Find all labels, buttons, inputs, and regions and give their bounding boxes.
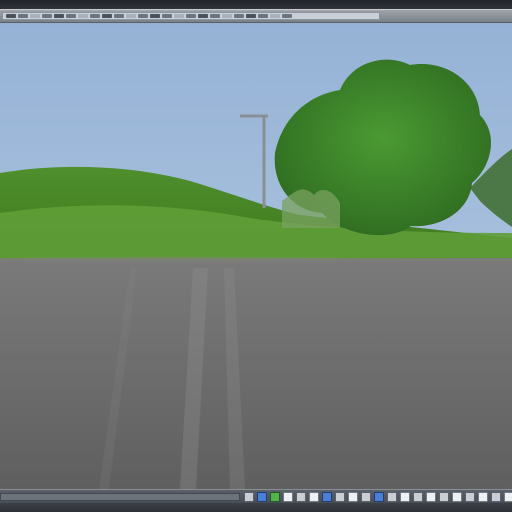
layer-icon[interactable] [309, 492, 319, 502]
timeline-icon[interactable] [465, 492, 475, 502]
toolbar-segment-14-icon[interactable] [162, 14, 172, 18]
toolbar-segment-10-icon[interactable] [114, 14, 124, 18]
snap-icon[interactable] [439, 492, 449, 502]
measure-icon[interactable] [452, 492, 462, 502]
top-toolbar [0, 9, 512, 23]
zoom-out-icon[interactable] [374, 492, 384, 502]
timeline-track[interactable] [0, 493, 240, 501]
render-icon[interactable] [322, 492, 332, 502]
toolbar-segment-15-icon[interactable] [174, 14, 184, 18]
toolbar-strip [2, 12, 380, 20]
toolbar-segment-7-icon[interactable] [78, 14, 88, 18]
toolbar-segment-12-icon[interactable] [138, 14, 148, 18]
scene-render [0, 23, 512, 489]
object-icon[interactable] [296, 492, 306, 502]
orbit-icon[interactable] [400, 492, 410, 502]
toolbar-segment-23-icon[interactable] [270, 14, 280, 18]
toolbar-segment-11-icon[interactable] [126, 14, 136, 18]
settings-icon[interactable] [504, 492, 512, 502]
play-icon[interactable] [478, 492, 488, 502]
toolbar-segment-1-icon[interactable] [6, 14, 16, 18]
app-window [0, 0, 512, 512]
status-bar [0, 503, 512, 512]
toolbar-segment-3-icon[interactable] [30, 14, 40, 18]
toolbar-segment-19-icon[interactable] [222, 14, 232, 18]
zoom-in-icon[interactable] [361, 492, 371, 502]
toolbar-segment-16-icon[interactable] [186, 14, 196, 18]
road-surface [0, 258, 512, 489]
toolbar-segment-18-icon[interactable] [210, 14, 220, 18]
shrubs [282, 189, 340, 228]
toolbar-segment-20-icon[interactable] [234, 14, 244, 18]
toolbar-segment-9-icon[interactable] [102, 14, 112, 18]
pan-icon[interactable] [387, 492, 397, 502]
toolbar-segment-17-icon[interactable] [198, 14, 208, 18]
toolbar-segment-21-icon[interactable] [246, 14, 256, 18]
toolbar-segment-6-icon[interactable] [66, 14, 76, 18]
bottom-icon-row [244, 492, 512, 502]
stop-icon[interactable] [491, 492, 501, 502]
toolbar-segment-8-icon[interactable] [90, 14, 100, 18]
toolbar-segment-2-icon[interactable] [18, 14, 28, 18]
light-icon[interactable] [335, 492, 345, 502]
camera-icon[interactable] [257, 492, 267, 502]
frame-icon[interactable] [413, 492, 423, 502]
select-icon[interactable] [244, 492, 254, 502]
bottom-toolbar [0, 489, 512, 512]
toolbar-segment-4-icon[interactable] [42, 14, 52, 18]
toolbar-segment-22-icon[interactable] [258, 14, 268, 18]
move-icon[interactable] [283, 492, 293, 502]
toolbar-segment-24-icon[interactable] [282, 14, 292, 18]
grid-icon[interactable] [426, 492, 436, 502]
toolbar-segment-5-icon[interactable] [54, 14, 64, 18]
toolbar-segment-13-icon[interactable] [150, 14, 160, 18]
scene-icon[interactable] [270, 492, 280, 502]
window-title-bar [0, 0, 512, 9]
3d-viewport[interactable] [0, 23, 512, 489]
material-icon[interactable] [348, 492, 358, 502]
